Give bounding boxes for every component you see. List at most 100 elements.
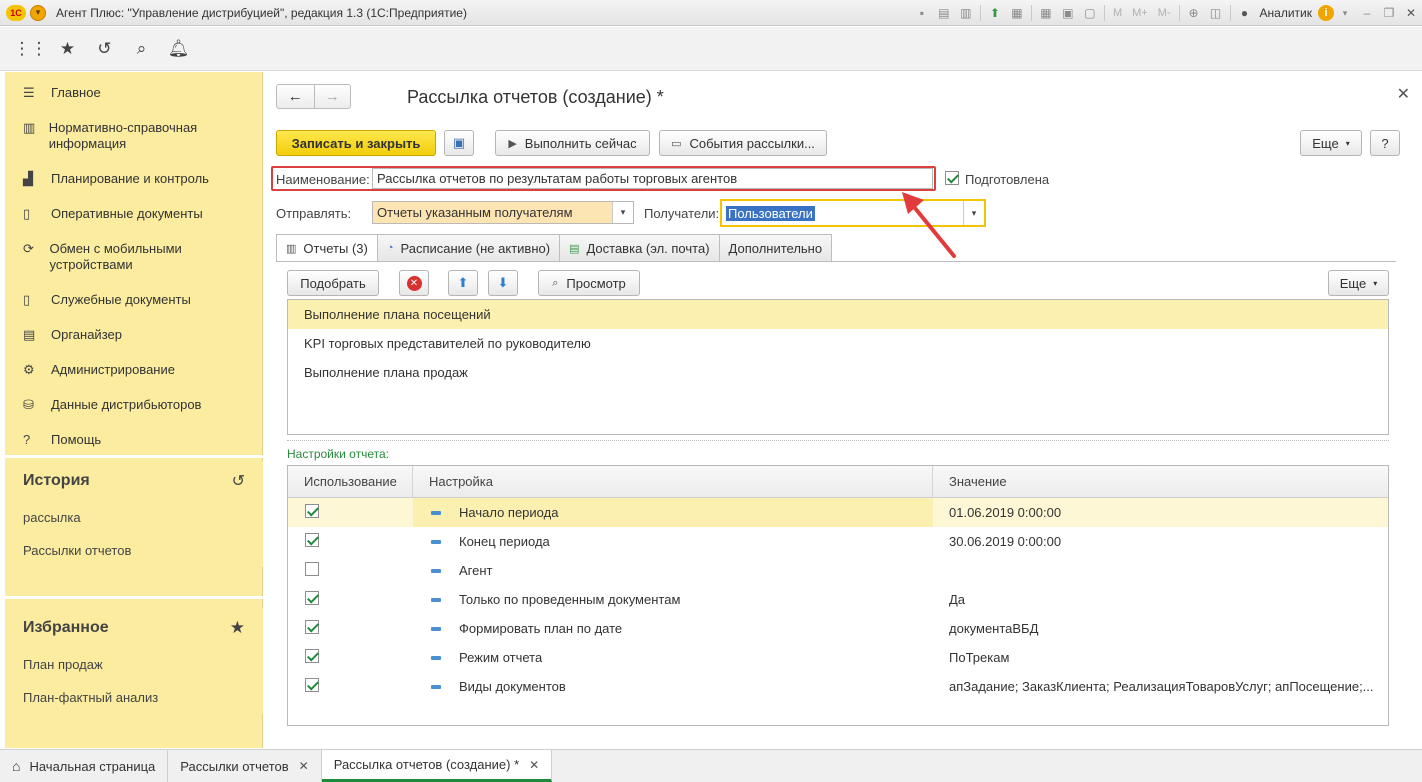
move-up-button[interactable]: ⬆ xyxy=(448,270,478,296)
sidebar-item-main[interactable]: ☰ Главное xyxy=(5,74,262,109)
tab-additional[interactable]: Дополнительно xyxy=(718,234,833,261)
column-header[interactable]: Настройка xyxy=(413,466,933,497)
sidebar-item-service-docs[interactable]: ▯ Служебные документы xyxy=(5,281,262,316)
close-window-icon[interactable]: ✕ xyxy=(1400,2,1422,24)
favorites-item[interactable]: План продаж xyxy=(5,648,263,681)
task-tab-active[interactable]: Рассылка отчетов (создание) * ✕ xyxy=(321,750,553,782)
user-name[interactable]: Аналитик xyxy=(1260,6,1312,20)
favorites-star-icon[interactable]: ★ xyxy=(49,34,86,64)
name-input[interactable]: Рассылка отчетов по результатам работы т… xyxy=(372,168,933,189)
events-icon: ▭ xyxy=(671,137,682,150)
task-tab[interactable]: Рассылки отчетов ✕ xyxy=(168,750,322,782)
table-row[interactable]: Только по проведенным документам Да xyxy=(288,585,1388,614)
sidebar-item-distributors[interactable]: ⛁ Данные дистрибьюторов xyxy=(5,386,262,421)
use-checkbox[interactable] xyxy=(305,649,319,663)
history-icon[interactable]: ↺ xyxy=(232,471,245,491)
setting-value[interactable]: ПоТрекам xyxy=(933,643,1388,672)
use-checkbox[interactable] xyxy=(305,533,319,547)
list-item[interactable]: Выполнение плана продаж xyxy=(288,358,1388,387)
table-row[interactable]: Формировать план по дате документаВБД xyxy=(288,614,1388,643)
memory-button[interactable]: M xyxy=(1113,7,1122,19)
use-checkbox[interactable] xyxy=(305,620,319,634)
setting-value[interactable]: 01.06.2019 0:00:00 xyxy=(933,498,1388,527)
setting-value[interactable]: 30.06.2019 0:00:00 xyxy=(933,527,1388,556)
save-close-button[interactable]: Записать и закрыть xyxy=(276,130,436,156)
use-checkbox[interactable] xyxy=(305,678,319,692)
close-icon[interactable]: ✕ xyxy=(1397,84,1410,104)
clipboard-icon[interactable]: ▢ xyxy=(1079,2,1101,24)
prepared-checkbox[interactable] xyxy=(945,171,959,185)
attach-icon[interactable]: ⬆ xyxy=(984,2,1006,24)
notifications-bell-icon[interactable]: 🔔︎ xyxy=(160,34,197,64)
table-row[interactable]: Конец периода 30.06.2019 0:00:00 xyxy=(288,527,1388,556)
history-item[interactable]: рассылка xyxy=(5,501,263,534)
favorites-star-icon[interactable]: ★ xyxy=(230,618,245,638)
sidebar-item-planning[interactable]: ▟ Планирование и контроль xyxy=(5,160,262,195)
table-row[interactable]: Виды документов апЗадание; ЗаказКлиента; … xyxy=(288,672,1388,701)
copy-icon[interactable]: ▦ xyxy=(1006,2,1028,24)
close-icon[interactable]: ✕ xyxy=(299,759,309,773)
move-down-button[interactable]: ⬇ xyxy=(488,270,518,296)
use-checkbox[interactable] xyxy=(305,504,319,518)
list-item[interactable]: KPI торговых представителей по руководит… xyxy=(288,329,1388,358)
use-checkbox[interactable] xyxy=(305,562,319,576)
print-preview-icon[interactable]: ▥ xyxy=(955,2,977,24)
close-icon[interactable]: ✕ xyxy=(529,758,539,772)
calendar-icon[interactable]: ▣ xyxy=(1057,2,1079,24)
tab-delivery[interactable]: ▤ Доставка (эл. почта) xyxy=(559,234,720,261)
print-icon[interactable]: ▤ xyxy=(933,2,955,24)
chevron-down-icon[interactable]: ▾ xyxy=(963,201,984,225)
preview-button[interactable]: ⌕ Просмотр xyxy=(538,270,640,296)
run-now-button[interactable]: ▶ Выполнить сейчас xyxy=(495,130,650,156)
favorites-item[interactable]: План-фактный анализ xyxy=(5,681,263,714)
table-row[interactable]: Начало периода 01.06.2019 0:00:00 xyxy=(288,498,1388,527)
zoom-icon[interactable]: ⊕ xyxy=(1183,2,1205,24)
minimize-icon[interactable]: – xyxy=(1356,2,1378,24)
history-icon[interactable]: ↺ xyxy=(86,34,123,64)
reports-more-button[interactable]: Еще ▾ xyxy=(1328,270,1389,296)
fullscreen-icon[interactable]: ◫ xyxy=(1205,2,1227,24)
use-checkbox[interactable] xyxy=(305,591,319,605)
tab-schedule[interactable]: ◔ Расписание (не активно) xyxy=(376,234,561,261)
chevron-down-icon[interactable]: ▾ xyxy=(612,202,633,223)
table-row[interactable]: Режим отчета ПоТрекам xyxy=(288,643,1388,672)
restore-icon[interactable]: ❐ xyxy=(1378,2,1400,24)
history-item[interactable]: Рассылки отчетов xyxy=(5,534,263,567)
main-menu-icon[interactable]: ▾ xyxy=(30,4,46,21)
sidebar-item-reference[interactable]: ▥ Нормативно-справочная информация xyxy=(5,109,262,160)
sidebar-item-operative-docs[interactable]: ▯ Оперативные документы xyxy=(5,195,262,230)
save-icon[interactable]: ▪ xyxy=(911,2,933,24)
grid-header: Использование Настройка Значение xyxy=(288,466,1388,498)
sidebar-item-label: Данные дистрибьюторов xyxy=(51,397,202,412)
tab-reports[interactable]: ▥ Отчеты (3) xyxy=(276,234,378,262)
setting-value[interactable]: апЗадание; ЗаказКлиента; РеализацияТовар… xyxy=(933,672,1388,701)
memory-minus-button[interactable]: M- xyxy=(1158,7,1171,19)
setting-value[interactable]: Да xyxy=(933,585,1388,614)
pick-button[interactable]: Подобрать xyxy=(287,270,379,296)
table-row[interactable]: Агент xyxy=(288,556,1388,585)
sidebar-item-mobile-exchange[interactable]: ⟳ Обмен с мобильными устройствами xyxy=(5,230,262,281)
info-menu-icon[interactable]: ▾ xyxy=(1334,2,1356,24)
help-button[interactable]: ? xyxy=(1370,130,1400,156)
setting-value[interactable]: документаВБД xyxy=(933,614,1388,643)
column-header[interactable]: Использование xyxy=(288,466,413,497)
send-select[interactable]: Отчеты указанным получателям ▾ xyxy=(372,201,634,224)
info-icon[interactable]: i xyxy=(1318,5,1334,21)
column-header[interactable]: Значение xyxy=(933,466,1388,497)
calculator-icon[interactable]: ▦ xyxy=(1035,2,1057,24)
setting-value[interactable] xyxy=(933,556,1388,585)
task-home[interactable]: ⌂ Начальная страница xyxy=(0,750,169,782)
list-item[interactable]: Выполнение плана посещений xyxy=(288,300,1388,329)
search-icon[interactable]: ⌕ xyxy=(123,34,160,64)
memory-plus-button[interactable]: M+ xyxy=(1132,7,1148,19)
sidebar-item-organizer[interactable]: ▤ Органайзер xyxy=(5,316,262,351)
save-button[interactable]: ▣ xyxy=(444,130,474,156)
sidebar-item-admin[interactable]: ⚙ Администрирование xyxy=(5,351,262,386)
more-button[interactable]: Еще ▾ xyxy=(1300,130,1362,156)
apps-grid-icon[interactable]: ⋮⋮ xyxy=(12,34,49,64)
forward-arrow-icon[interactable]: → xyxy=(313,85,351,108)
delete-button[interactable]: ✕ xyxy=(399,270,429,296)
back-arrow-icon[interactable]: ← xyxy=(277,85,314,108)
sidebar-item-help[interactable]: ? Помощь xyxy=(5,421,262,456)
events-button[interactable]: ▭ События рассылки... xyxy=(659,130,827,156)
